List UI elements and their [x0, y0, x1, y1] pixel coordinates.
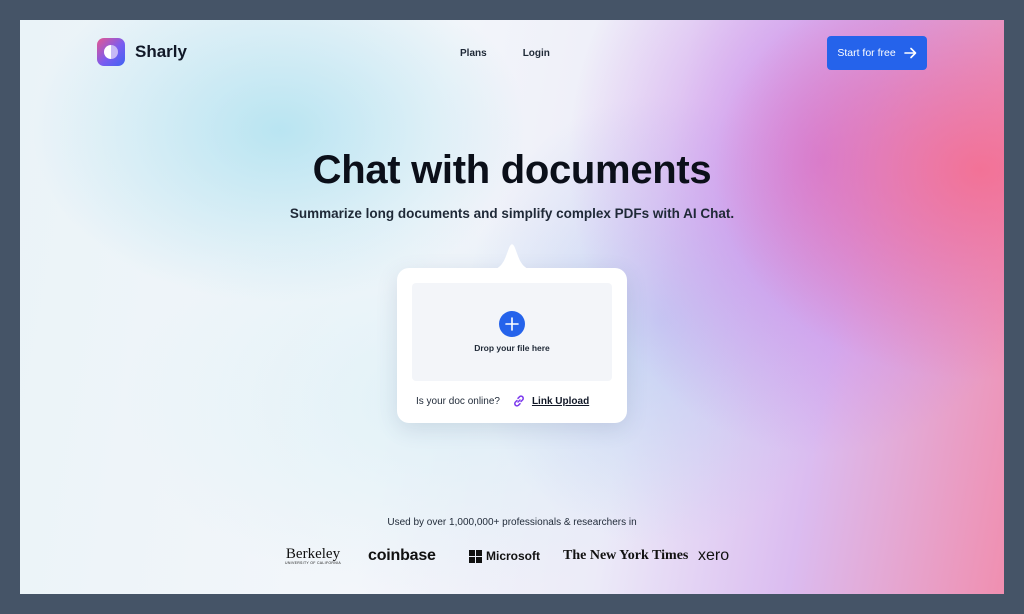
coinbase-logo: coinbase	[368, 547, 436, 564]
link-upload-row: Is your doc online? Link Upload	[416, 394, 589, 408]
plus-icon[interactable]	[499, 311, 525, 337]
brand-name: Sharly	[135, 42, 187, 61]
file-dropzone[interactable]: Drop your file here	[412, 283, 612, 381]
top-nav: Plans Login	[460, 48, 550, 59]
start-for-free-label: Start for free	[837, 47, 896, 59]
start-for-free-button[interactable]: Start for free	[827, 36, 927, 70]
microsoft-logo: Microsoft	[469, 544, 540, 568]
brand-logo[interactable]: Sharly	[97, 38, 187, 66]
brand-logos: Berkeley UNIVERSITY OF CALIFORNIA coinba…	[280, 544, 750, 568]
browser-viewport: Sharly Plans Login Start for free Chat w…	[20, 20, 1004, 594]
link-icon	[512, 394, 526, 408]
nav-login-link[interactable]: Login	[523, 48, 550, 59]
doc-online-question: Is your doc online?	[416, 395, 500, 407]
microsoft-grid-icon	[469, 549, 482, 563]
card-notch	[489, 244, 535, 270]
nyt-logo: The New York Times	[563, 548, 689, 563]
berkeley-logo: Berkeley UNIVERSITY OF CALIFORNIA	[285, 545, 341, 565]
hero-title: Chat with documents	[312, 148, 712, 192]
hero-subtitle: Summarize long documents and simplify co…	[289, 206, 735, 221]
upload-card: Drop your file here Is your doc online? …	[397, 244, 627, 423]
trust-statement: Used by over 1,000,000+ professionals & …	[387, 517, 637, 528]
arrow-right-icon	[903, 47, 916, 59]
sharly-logo-icon	[97, 38, 125, 66]
xero-logo: xero	[698, 547, 730, 564]
dropzone-label: Drop your file here	[474, 343, 550, 353]
nav-plans-link[interactable]: Plans	[460, 48, 487, 59]
link-upload-button[interactable]: Link Upload	[532, 396, 589, 407]
